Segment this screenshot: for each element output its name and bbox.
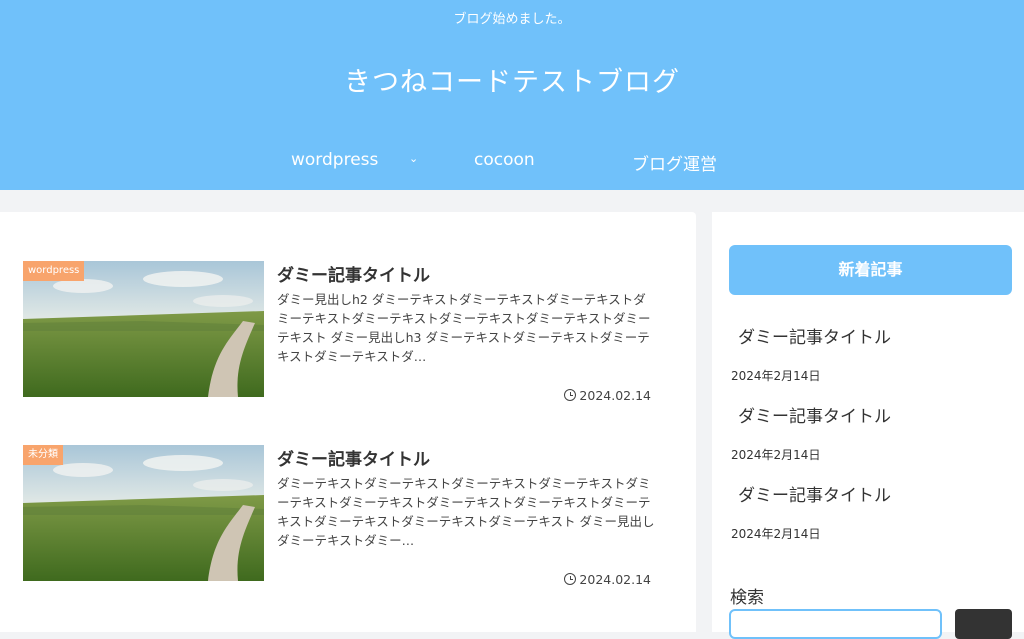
post-thumbnail[interactable]: 未分類 (23, 445, 264, 581)
clock-icon (564, 389, 577, 401)
nav-item-blog-management[interactable]: ブログ運営 (632, 150, 717, 175)
search-heading: 検索 (730, 588, 764, 608)
main-nav: wordpress ⌄ cocoon ブログ運営 (0, 150, 1024, 175)
nav-item-cocoon[interactable]: cocoon (474, 150, 535, 170)
post-date-text: 2024.02.14 (579, 572, 651, 587)
search-button[interactable] (955, 609, 1012, 639)
nav-item-wordpress[interactable]: wordpress (291, 150, 378, 170)
recent-post-date: 2024年2月14日 (731, 527, 821, 541)
recent-post-date: 2024年2月14日 (731, 369, 821, 383)
landscape-image (23, 261, 264, 397)
post-thumbnail[interactable]: wordpress (23, 261, 264, 397)
post-card[interactable]: wordpress ダミー記事タイトル ダミー見出しh2 ダミーテキストダミーテ… (23, 261, 663, 403)
site-tagline: ブログ始めました。 (453, 12, 571, 27)
post-title[interactable]: ダミー記事タイトル (277, 261, 430, 286)
recent-post-date: 2024年2月14日 (731, 448, 821, 462)
category-label[interactable]: wordpress (23, 261, 85, 281)
clock-icon (564, 573, 577, 585)
site-title[interactable]: きつねコードテストブログ (0, 60, 1024, 99)
post-date: 2024.02.14 (564, 572, 651, 587)
post-snippet: ダミーテキストダミーテキストダミーテキストダミーテキストダミーテキストダミーテキ… (277, 476, 655, 548)
landscape-image (23, 445, 264, 581)
main-content: wordpress ダミー記事タイトル ダミー見出しh2 ダミーテキストダミーテ… (0, 212, 696, 632)
post-snippet: ダミー見出しh2 ダミーテキストダミーテキストダミーテキストダミーテキストダミー… (277, 292, 651, 364)
chevron-down-icon[interactable]: ⌄ (409, 152, 418, 165)
post-date: 2024.02.14 (564, 388, 651, 403)
sidebar: 新着記事 ダミー記事タイトル 2024年2月14日 ダミー記事タイトル 2024… (712, 212, 1024, 639)
recent-post-title[interactable]: ダミー記事タイトル (738, 402, 891, 427)
post-card[interactable]: 未分類 ダミー記事タイトル ダミーテキストダミーテキストダミーテキストダミーテキ… (23, 445, 663, 587)
post-date-text: 2024.02.14 (579, 388, 651, 403)
recent-post-title[interactable]: ダミー記事タイトル (738, 481, 891, 506)
recent-post-title[interactable]: ダミー記事タイトル (738, 323, 891, 348)
search-input[interactable] (729, 609, 942, 639)
category-label[interactable]: 未分類 (23, 445, 63, 465)
site-header: ブログ始めました。 きつねコードテストブログ wordpress ⌄ cocoo… (0, 0, 1024, 190)
post-title[interactable]: ダミー記事タイトル (277, 445, 430, 470)
recent-posts-heading: 新着記事 (729, 245, 1012, 295)
